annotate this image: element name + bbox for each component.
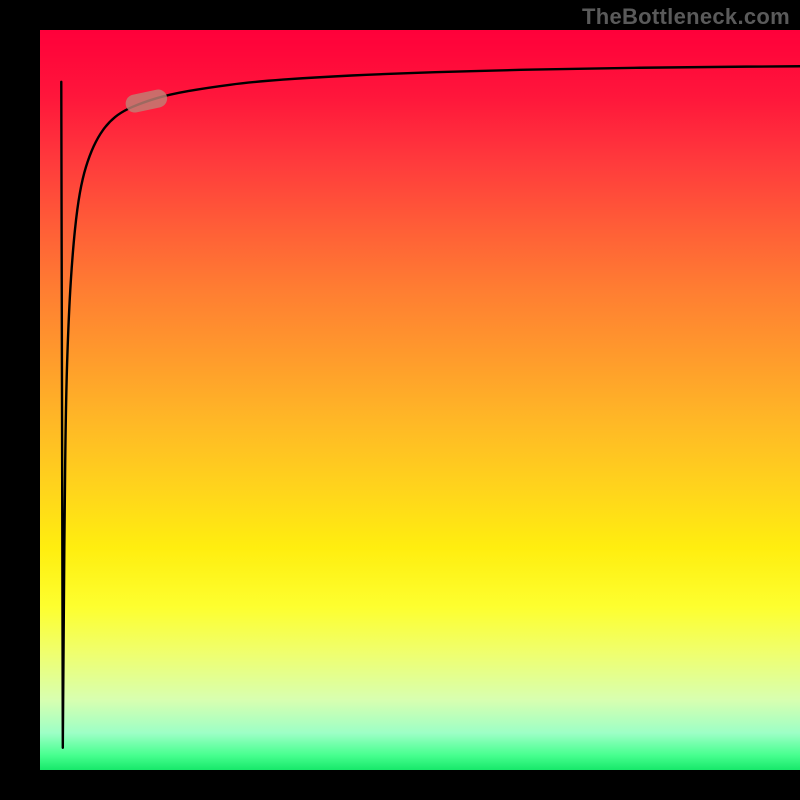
chart-svg [40, 30, 800, 770]
chart-frame: TheBottleneck.com [0, 0, 800, 800]
watermark-text: TheBottleneck.com [582, 4, 790, 30]
bottleneck-curve [61, 66, 800, 748]
highlight-marker [124, 88, 169, 114]
